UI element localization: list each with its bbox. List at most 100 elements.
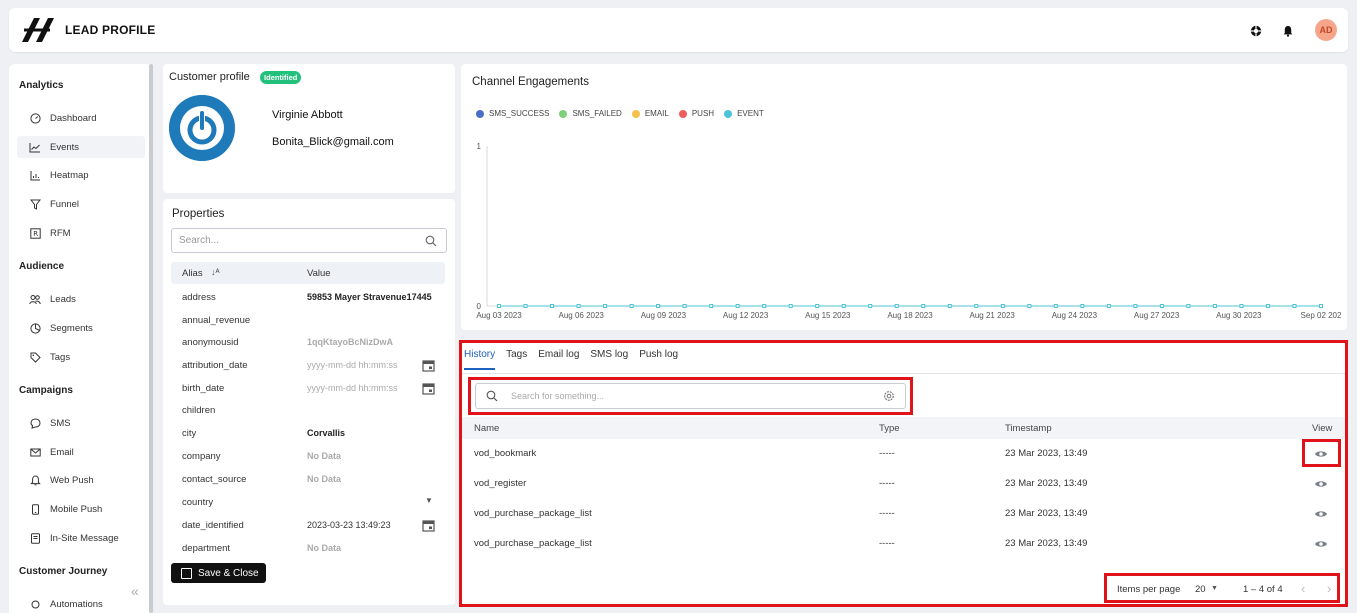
property-alias: birth_date bbox=[182, 383, 225, 394]
x-tick-label: Aug 21 2023 bbox=[970, 311, 1016, 320]
column-header-timestamp: Timestamp bbox=[1005, 423, 1052, 434]
tab-tags[interactable]: Tags bbox=[506, 349, 527, 370]
event-type: ----- bbox=[879, 448, 895, 459]
sidebar-item-in-site-message[interactable]: In-Site Message bbox=[17, 527, 145, 549]
tab-email-log[interactable]: Email log bbox=[538, 349, 579, 370]
property-value[interactable]: 1qqKtayoBcNizDwA bbox=[307, 337, 393, 347]
property-row: address 59853 Mayer Stravenue17445 bbox=[171, 287, 445, 309]
event-name: vod_purchase_package_list bbox=[474, 508, 592, 519]
mobile-icon bbox=[29, 503, 41, 515]
x-tick-label: Aug 06 2023 bbox=[559, 311, 605, 320]
save-close-button[interactable]: Save & Close bbox=[171, 563, 266, 583]
property-row: country ▼ bbox=[171, 492, 445, 514]
sidebar-item-label: SMS bbox=[50, 417, 71, 429]
event-timestamp: 23 Mar 2023, 13:49 bbox=[1005, 508, 1088, 519]
data-point bbox=[1186, 304, 1191, 308]
sidebar-item-web-push[interactable]: Web Push bbox=[17, 469, 145, 491]
table-row: vod_purchase_package_list ----- 23 Mar 2… bbox=[462, 499, 1345, 529]
page-size-select[interactable]: 20 bbox=[1195, 584, 1206, 595]
date-field[interactable]: yyyy-mm-dd hh:mm:ss bbox=[307, 383, 398, 393]
next-page-icon[interactable]: › bbox=[1327, 581, 1331, 596]
sidebar-item-funnel[interactable]: Funnel bbox=[17, 193, 145, 215]
tab-history[interactable]: History bbox=[464, 349, 496, 370]
property-alias: annual_revenue bbox=[182, 315, 251, 326]
sidebar-item-sms[interactable]: SMS bbox=[17, 412, 145, 434]
date-field[interactable]: 2023-03-23 13:49:23 bbox=[307, 520, 391, 530]
sidebar-item-dashboard[interactable]: Dashboard bbox=[17, 107, 145, 129]
customer-profile-card: Customer profile Identified Virginie Abb… bbox=[163, 64, 455, 193]
tab-sms-log[interactable]: SMS log bbox=[590, 349, 628, 370]
event-name: vod_purchase_package_list bbox=[474, 538, 592, 549]
properties-search-input[interactable]: Search... bbox=[171, 228, 447, 253]
sidebar-item-automations[interactable]: Automations bbox=[17, 593, 145, 613]
property-value[interactable]: Corvallis bbox=[307, 428, 345, 438]
data-point bbox=[682, 304, 687, 308]
properties-title: Properties bbox=[172, 208, 225, 220]
gear-icon[interactable] bbox=[883, 390, 895, 402]
bell-icon[interactable] bbox=[1282, 25, 1294, 37]
data-point bbox=[947, 304, 952, 308]
table-header: Name Type Timestamp View bbox=[462, 417, 1345, 439]
help-icon[interactable] bbox=[1250, 25, 1262, 37]
sidebar-item-label: Automations bbox=[50, 598, 103, 610]
eye-icon[interactable] bbox=[1314, 479, 1328, 489]
property-alias: attribution_date bbox=[182, 360, 248, 371]
event-name: vod_bookmark bbox=[474, 448, 537, 459]
data-point bbox=[894, 304, 899, 308]
sidebar-item-email[interactable]: Email bbox=[17, 441, 145, 463]
data-point bbox=[709, 304, 714, 308]
sidebar-item-heatmap[interactable]: Heatmap bbox=[17, 164, 145, 186]
property-value[interactable]: No Data bbox=[307, 474, 341, 484]
sidebar-item-rfm[interactable]: R RFM bbox=[17, 222, 145, 244]
chevron-down-icon[interactable]: ▼ bbox=[1211, 585, 1218, 592]
sidebar-scrollbar[interactable] bbox=[149, 64, 153, 613]
calendar-icon[interactable] bbox=[422, 359, 435, 372]
sidebar-item-mobile-push[interactable]: Mobile Push bbox=[17, 498, 145, 520]
view-highlight bbox=[1302, 439, 1341, 467]
sidebar-item-label: In-Site Message bbox=[50, 532, 119, 544]
history-search-input[interactable]: Search for something... bbox=[475, 383, 906, 409]
data-point bbox=[1239, 304, 1244, 308]
avatar[interactable]: AD bbox=[1315, 19, 1337, 41]
x-tick-label: Aug 30 2023 bbox=[1216, 311, 1262, 320]
property-value[interactable]: 59853 Mayer Stravenue17445 bbox=[307, 292, 432, 302]
sidebar-item-events[interactable]: Events bbox=[17, 136, 145, 158]
previous-page-icon[interactable]: ‹ bbox=[1301, 581, 1305, 596]
date-field[interactable]: yyyy-mm-dd hh:mm:ss bbox=[307, 360, 398, 370]
data-point bbox=[1265, 304, 1270, 308]
calendar-icon[interactable] bbox=[422, 382, 435, 395]
page-range: 1 – 4 of 4 bbox=[1243, 584, 1283, 595]
collapse-sidebar-icon[interactable]: « bbox=[131, 583, 139, 599]
calendar-icon[interactable] bbox=[422, 519, 435, 532]
eye-icon[interactable] bbox=[1314, 539, 1328, 549]
data-point bbox=[1106, 304, 1111, 308]
sidebar-item-tags[interactable]: Tags bbox=[17, 346, 145, 368]
column-header-type: Type bbox=[879, 423, 900, 434]
table-row: vod_register ----- 23 Mar 2023, 13:49 bbox=[462, 469, 1345, 499]
x-tick-label: Aug 27 2023 bbox=[1134, 311, 1180, 320]
sidebar-item-segments[interactable]: Segments bbox=[17, 317, 145, 339]
property-row: anonymousid 1qqKtayoBcNizDwA bbox=[171, 332, 445, 354]
message-icon bbox=[29, 532, 41, 544]
property-value[interactable]: No Data bbox=[307, 543, 341, 553]
property-row: date_identified 2023-03-23 13:49:23 bbox=[171, 515, 445, 537]
avatar bbox=[169, 95, 235, 161]
sort-icon[interactable]: ↓ᴬ bbox=[211, 267, 220, 277]
event-type: ----- bbox=[879, 538, 895, 549]
property-row: birth_date yyyy-mm-dd hh:mm:ss bbox=[171, 378, 445, 400]
sidebar-section-analytics: Analytics bbox=[19, 80, 64, 91]
eye-icon[interactable] bbox=[1314, 509, 1328, 519]
event-timestamp: 23 Mar 2023, 13:49 bbox=[1005, 478, 1088, 489]
sidebar-section-customer-journey: Customer Journey bbox=[19, 566, 108, 577]
column-header-alias[interactable]: Alias bbox=[182, 268, 203, 279]
chevron-down-icon[interactable]: ▼ bbox=[425, 496, 433, 505]
data-point bbox=[1212, 304, 1217, 308]
properties-card: Properties Search... Alias ↓ᴬ Value addr… bbox=[163, 199, 455, 605]
funnel-icon bbox=[29, 198, 41, 210]
tab-push-log[interactable]: Push log bbox=[639, 349, 678, 370]
sidebar-item-leads[interactable]: Leads bbox=[17, 288, 145, 310]
table-row: vod_bookmark ----- 23 Mar 2023, 13:49 bbox=[462, 439, 1345, 469]
logo-icon[interactable] bbox=[20, 16, 54, 44]
bell-icon bbox=[29, 474, 41, 486]
property-value[interactable]: No Data bbox=[307, 451, 341, 461]
